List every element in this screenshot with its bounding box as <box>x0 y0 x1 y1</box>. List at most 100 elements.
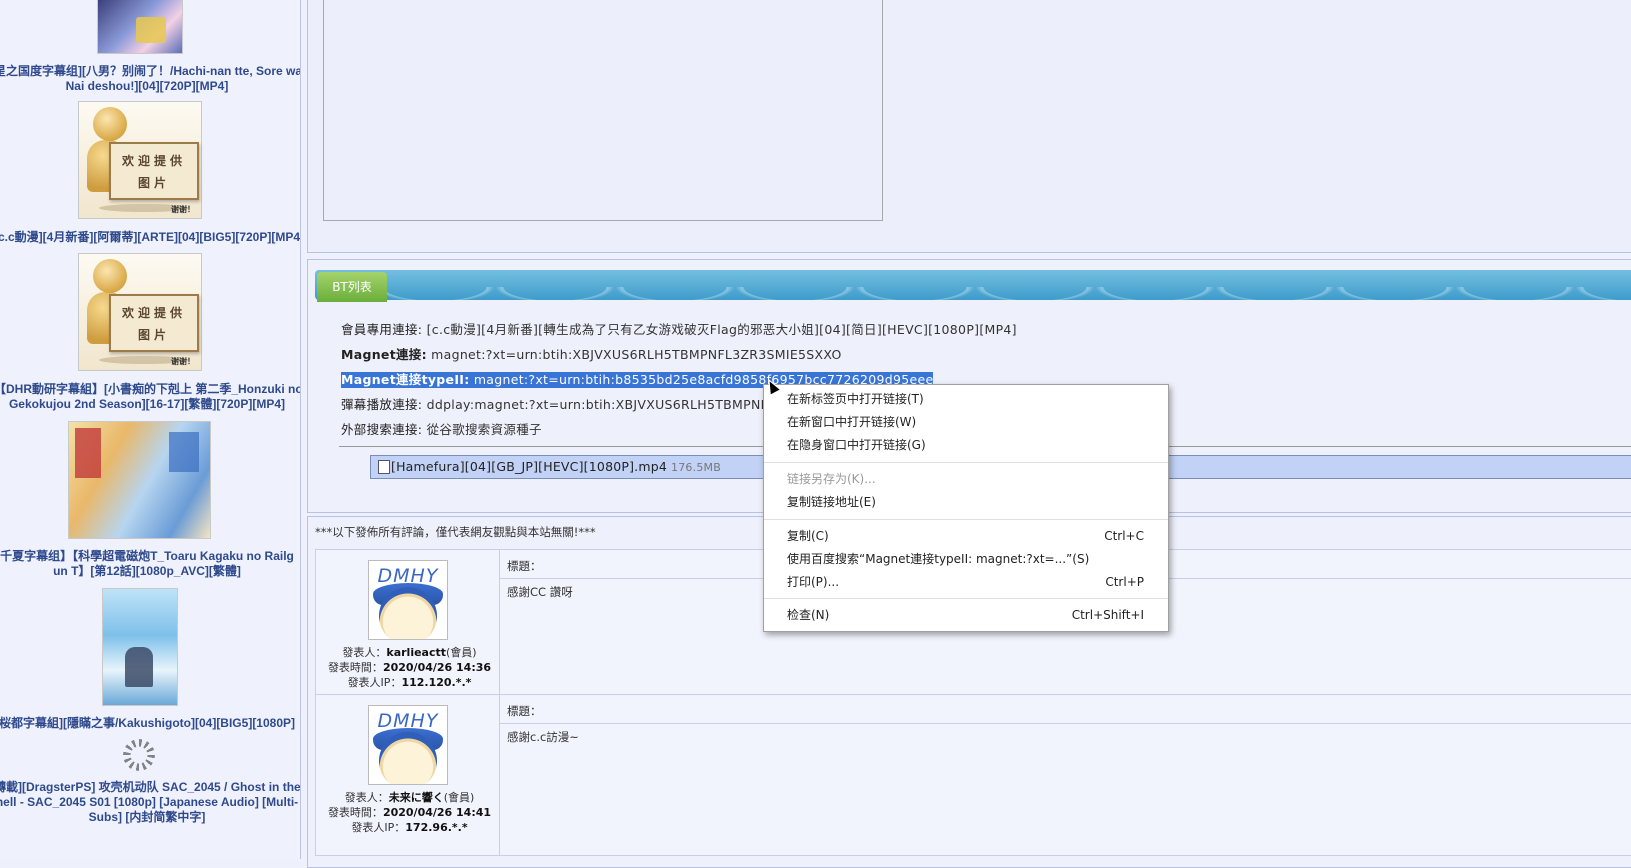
menu-item-label: 在新标签页中打开链接(T) <box>787 392 924 406</box>
placeholder-text: 图片 <box>137 176 170 190</box>
placeholder-thanks: 谢谢！ <box>171 205 195 214</box>
comment-body: 感謝c.c訪漫~ <box>507 730 579 744</box>
danmaku-link[interactable]: ddplay:magnet:?xt=urn:btih:XBJVXUS6RLH5T… <box>427 397 776 412</box>
comment-item: DMHY 發表人：未来に響く(會員) 發表時間：2020/04/26 14:41… <box>315 694 1631 856</box>
menu-item-label: 在新窗口中打开链接(W) <box>787 415 917 429</box>
time-label: 發表時間： <box>327 806 383 819</box>
menu-item-label: 在隐身窗口中打开链接(G) <box>787 438 926 452</box>
placeholder-text: 图片 <box>137 328 170 342</box>
menu-open-incognito[interactable]: 在隐身窗口中打开链接(G) <box>764 434 1168 457</box>
sidebar-title-2[interactable]: 【DHR動研字幕組】[小書痴的下剋上 第二季_Honzuki no Gekoku… <box>0 382 300 412</box>
loading-spinner-icon <box>123 739 155 771</box>
comment-author-column: DMHY 發表人：karlieactt(會員) 發表時間：2020/04/26 … <box>316 550 500 694</box>
divider <box>500 723 1631 724</box>
member-link-label: 會員專用連接: <box>341 322 423 337</box>
sidebar-title-line: 星之国度字幕组][八男？别闹了！/Hachi-nan tte, Sore wa <box>0 64 300 78</box>
menu-separator <box>764 462 1168 463</box>
menu-open-new-tab[interactable]: 在新标签页中打开链接(T) <box>764 388 1168 411</box>
poster-label: 發表人： <box>342 646 387 659</box>
sidebar-thumb-4[interactable] <box>102 588 178 706</box>
avatar[interactable]: DMHY <box>368 705 448 785</box>
sidebar-title-line: Subs] [内封简繁中字] <box>88 810 206 824</box>
comment-ip: 發表人IP：112.120.*.* <box>322 675 497 690</box>
menu-print[interactable]: 打印(P)... Ctrl+P <box>764 571 1168 594</box>
menu-item-shortcut: Ctrl+C <box>1104 529 1144 543</box>
sidebar-title-line: 【DHR動研字幕組】[小書痴的下剋上 第二季_Honzuki no <box>0 382 300 396</box>
menu-search-baidu[interactable]: 使用百度搜索“Magnet連接typeII: magnet:?xt=...”(S… <box>764 548 1168 571</box>
file-name-text: [Hamefura][04][GB_JP][HEVC][1080P].mp4 <box>391 459 668 474</box>
menu-copy[interactable]: 复制(C) Ctrl+C <box>764 525 1168 548</box>
menu-copy-link-address[interactable]: 复制链接地址(E) <box>764 491 1168 514</box>
menu-separator <box>764 598 1168 599</box>
placeholder-figure-head <box>93 107 127 141</box>
placeholder-board: 欢迎提供 图片 <box>109 294 199 352</box>
external-search-label: 外部搜索連接: <box>341 422 423 437</box>
menu-item-label: 使用百度搜索“Magnet連接typeII: magnet:?xt=...”(S… <box>787 552 1090 566</box>
sidebar-thumb-3[interactable] <box>68 421 211 539</box>
sidebar-thumb-0[interactable] <box>97 0 183 54</box>
sidebar-thumb-2[interactable]: 欢迎提供 图片 谢谢！ <box>78 253 202 371</box>
menu-item-label: 复制链接地址(E) <box>787 495 876 509</box>
danmaku-link-row: 彈幕播放連接: ddplay:magnet:?xt=urn:btih:XBJVX… <box>341 397 775 413</box>
poster-label: 發表人： <box>344 791 389 804</box>
menu-open-new-window[interactable]: 在新窗口中打开链接(W) <box>764 411 1168 434</box>
menu-inspect[interactable]: 检查(N) Ctrl+Shift+I <box>764 604 1168 627</box>
sidebar-title-line: un T】[第12話][1080p_AVC][繁體] <box>53 564 241 578</box>
menu-item-label: 打印(P)... <box>787 575 840 589</box>
file-name: [Hamefura][04][GB_JP][HEVC][1080P].mp4 17… <box>391 459 721 474</box>
comment-time: 發表時間：2020/04/26 14:41 <box>322 805 497 820</box>
comment-poster: 發表人：karlieactt(會員) <box>322 645 497 660</box>
comment-time: 發表時間：2020/04/26 14:36 <box>322 660 497 675</box>
danmaku-link-label: 彈幕播放連接: <box>341 397 423 412</box>
magnet-link-row: Magnet連接: magnet:?xt=urn:btih:XBJVXUS6RL… <box>341 347 842 363</box>
sidebar-title-line: 轉載][DragsterPS] 攻壳机动队 SAC_2045 / Ghost i… <box>0 780 300 794</box>
comment-ip: 發表人IP：172.96.*.* <box>322 820 497 835</box>
poster-role: (會員) <box>443 791 475 804</box>
ip-value: 112.120.*.* <box>401 676 472 689</box>
preview-image-box <box>323 0 883 221</box>
comments-disclaimer: ***以下發佈所有評論，僅代表網友觀點與本站無關!*** <box>315 525 596 539</box>
menu-item-label: 链接另存为(K)... <box>787 472 876 486</box>
time-value: 2020/04/26 14:41 <box>382 806 492 819</box>
ip-label: 發表人IP： <box>347 676 402 689</box>
thumb-art-4 <box>125 647 153 687</box>
sidebar-title-line: [c.c動漫][4月新番][阿爾蒂][ARTE][04][BIG5][720P]… <box>0 230 300 244</box>
menu-item-label: 检查(N) <box>787 608 830 622</box>
file-size: 176.5MB <box>671 461 721 474</box>
external-search-link[interactable]: 從谷歌搜索資源種子 <box>427 422 542 437</box>
menu-item-label: 复制(C) <box>787 529 829 543</box>
sidebar-title-line: Gekokujou 2nd Season][16-17][繁體][720P][M… <box>8 397 286 411</box>
avatar-logo-text: DMHY <box>377 710 439 732</box>
sidebar-thumb-1[interactable]: 欢迎提供 图片 谢谢！ <box>78 101 202 219</box>
sidebar-title-line: hell - SAC_2045 S01 [1080p] [Japanese Au… <box>0 795 299 809</box>
sidebar-title-5[interactable]: 轉載][DragsterPS] 攻壳机动队 SAC_2045 / Ghost i… <box>0 780 300 825</box>
thumb-art-3b <box>169 432 199 472</box>
time-label: 發表時間： <box>327 661 383 674</box>
magnet-typeii-label: Magnet連接typeII: <box>341 372 470 387</box>
placeholder-thanks: 谢谢！ <box>171 357 195 366</box>
sidebar-title-0[interactable]: 星之国度字幕组][八男？别闹了！/Hachi-nan tte, Sore wa … <box>0 64 300 94</box>
member-link[interactable]: [c.c動漫][4月新番][轉生成為了只有乙女游戏破灭Flag的邪恶大小姐][0… <box>427 322 1017 337</box>
sidebar-title-line: 桜都字幕組][隱瞞之事/Kakushigoto][04][BIG5][1080P… <box>0 716 296 730</box>
sidebar-title-line: 千夏字幕组】【科學超電磁炮T_Toaru Kagaku no Railg <box>0 549 294 563</box>
placeholder-text: 欢迎提供 <box>121 154 186 168</box>
magnet-link[interactable]: magnet:?xt=urn:btih:XBJVXUS6RLH5TBMPNFL3… <box>431 347 841 362</box>
menu-separator <box>764 519 1168 520</box>
poster-name[interactable]: 未来に響く <box>389 791 444 804</box>
sidebar: 星之国度字幕组][八男？别闹了！/Hachi-nan tte, Sore wa … <box>0 0 301 859</box>
sidebar-title-1[interactable]: [c.c動漫][4月新番][阿爾蒂][ARTE][04][BIG5][720P]… <box>0 230 300 245</box>
poster-name[interactable]: karlieactt <box>386 646 446 659</box>
thumb-art-3 <box>75 428 101 478</box>
description-panel <box>307 0 1631 253</box>
placeholder-text: 欢迎提供 <box>121 306 186 320</box>
menu-save-link-as: 链接另存为(K)... <box>764 468 1168 491</box>
comment-title-label: 標題： <box>507 704 542 718</box>
avatar-face <box>379 587 437 639</box>
bt-list-header <box>315 270 1631 300</box>
sidebar-title-3[interactable]: 千夏字幕组】【科學超電磁炮T_Toaru Kagaku no Railg un … <box>0 549 300 579</box>
tab-bt-list[interactable]: BT列表 <box>317 272 387 302</box>
avatar[interactable]: DMHY <box>368 560 448 640</box>
thumb-art-0 <box>136 17 166 43</box>
sidebar-title-4[interactable]: 桜都字幕組][隱瞞之事/Kakushigoto][04][BIG5][1080P… <box>0 716 300 731</box>
avatar-face <box>379 732 437 784</box>
